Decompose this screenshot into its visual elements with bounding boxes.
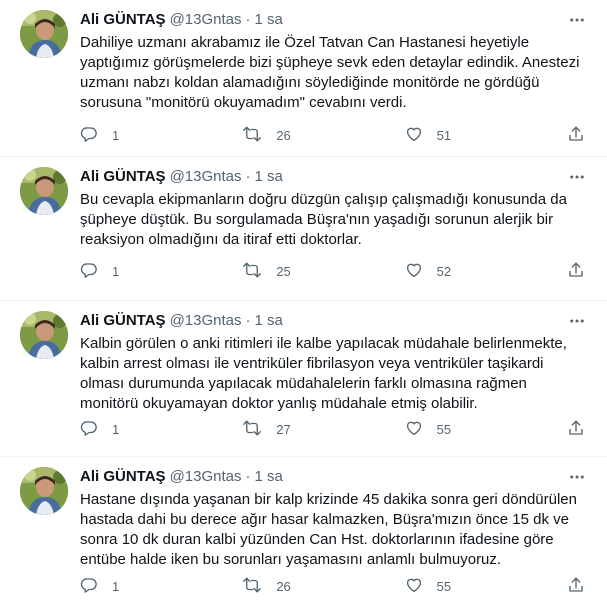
- tweet-content: Ali GÜNTAŞ @13Gntas · 1 sa Hastane dışında …: [80, 467, 587, 570]
- tweet-time[interactable]: 1 sa: [255, 312, 283, 329]
- avatar[interactable]: [20, 311, 68, 359]
- heart-icon: [405, 576, 423, 597]
- retweet-count: 27: [276, 421, 291, 437]
- retweet-count: 25: [276, 263, 291, 279]
- tweet[interactable]: Ali GÜNTAŞ @13Gntas · 1 sa Dahiliye uzmanı …: [0, 0, 607, 157]
- author-handle[interactable]: @13Gntas: [170, 468, 242, 485]
- retweet-icon: [242, 261, 262, 282]
- tweet-text: Bu cevapla ekipmanların doğru düzgün çal…: [80, 191, 567, 248]
- reply-count: 1: [112, 127, 120, 143]
- retweet-count: 26: [276, 578, 291, 594]
- action-bar: 1 25 52: [80, 261, 587, 281]
- share-button[interactable]: [567, 261, 587, 282]
- retweet-icon: [242, 125, 262, 146]
- tweet-thread: Ali GÜNTAŞ @13Gntas · 1 sa Dahiliye uzmanı …: [0, 0, 607, 600]
- separator-dot: ·: [245, 312, 251, 329]
- reply-button[interactable]: 1: [80, 125, 200, 146]
- share-icon: [567, 419, 585, 440]
- avatar-photo: [20, 167, 68, 215]
- reply-button[interactable]: 1: [80, 261, 200, 282]
- tweet-content: Ali GÜNTAŞ @13Gntas · 1 sa Dahiliye uzmanı …: [80, 10, 587, 113]
- tweet-header: Ali GÜNTAŞ @13Gntas · 1 sa: [80, 467, 587, 487]
- share-icon: [567, 125, 585, 146]
- tweet-text: Dahiliye uzmanı akrabamız ile Özel Tatva…: [80, 34, 580, 111]
- tweet-header: Ali GÜNTAŞ @13Gntas · 1 sa: [80, 10, 587, 30]
- author-name[interactable]: Ali GÜNTAŞ: [80, 168, 166, 185]
- tweet-time[interactable]: 1 sa: [255, 11, 283, 28]
- share-button[interactable]: [567, 419, 587, 440]
- avatar[interactable]: [20, 467, 68, 515]
- tweet-text: Hastane dışında yaşanan bir kalp krizind…: [80, 491, 577, 568]
- retweet-button[interactable]: 27: [242, 419, 362, 440]
- tweet-content: Ali GÜNTAŞ @13Gntas · 1 sa Kalbin görülen o…: [80, 311, 587, 414]
- more-dots-icon[interactable]: [567, 467, 587, 487]
- author-name[interactable]: Ali GÜNTAŞ: [80, 312, 166, 329]
- reply-button[interactable]: 1: [80, 576, 200, 597]
- avatar-photo: [20, 467, 68, 515]
- reply-icon: [80, 576, 98, 597]
- tweet-header: Ali GÜNTAŞ @13Gntas · 1 sa: [80, 167, 587, 187]
- reply-count: 1: [112, 578, 120, 594]
- action-bar: 1 27 55: [80, 419, 587, 439]
- author-name[interactable]: Ali GÜNTAŞ: [80, 468, 166, 485]
- tweet-content: Ali GÜNTAŞ @13Gntas · 1 sa Bu cevapla ekipm…: [80, 167, 587, 250]
- retweet-button[interactable]: 25: [242, 261, 362, 282]
- reply-button[interactable]: 1: [80, 419, 200, 440]
- separator-dot: ·: [245, 11, 251, 28]
- tweet[interactable]: Ali GÜNTAŞ @13Gntas · 1 sa Kalbin görülen o…: [0, 301, 607, 457]
- like-button[interactable]: 51: [405, 125, 525, 146]
- more-dots-icon[interactable]: [567, 311, 587, 331]
- retweet-button[interactable]: 26: [242, 125, 362, 146]
- retweet-icon: [242, 419, 262, 440]
- heart-icon: [405, 419, 423, 440]
- author-handle[interactable]: @13Gntas: [170, 168, 242, 185]
- action-bar: 1 26 51: [80, 125, 587, 145]
- reply-count: 1: [112, 263, 120, 279]
- tweet-time[interactable]: 1 sa: [255, 168, 283, 185]
- share-icon: [567, 576, 585, 597]
- author-handle[interactable]: @13Gntas: [170, 11, 242, 28]
- separator-dot: ·: [245, 468, 251, 485]
- tweet-text: Kalbin görülen o anki ritimleri ile kalb…: [80, 335, 567, 412]
- tweet-header: Ali GÜNTAŞ @13Gntas · 1 sa: [80, 311, 587, 331]
- share-icon: [567, 261, 585, 282]
- tweet-time[interactable]: 1 sa: [255, 468, 283, 485]
- like-button[interactable]: 55: [405, 576, 525, 597]
- heart-icon: [405, 261, 423, 282]
- heart-icon: [405, 125, 423, 146]
- tweet[interactable]: Ali GÜNTAŞ @13Gntas · 1 sa Bu cevapla ekipm…: [0, 157, 607, 301]
- avatar[interactable]: [20, 10, 68, 58]
- author-handle[interactable]: @13Gntas: [170, 312, 242, 329]
- share-button[interactable]: [567, 576, 587, 597]
- more-dots-icon[interactable]: [567, 167, 587, 187]
- reply-icon: [80, 125, 98, 146]
- reply-icon: [80, 261, 98, 282]
- like-count: 52: [436, 263, 452, 279]
- reply-icon: [80, 419, 98, 440]
- retweet-icon: [242, 576, 262, 597]
- separator-dot: ·: [245, 168, 251, 185]
- like-button[interactable]: 52: [405, 261, 525, 282]
- like-button[interactable]: 55: [405, 419, 525, 440]
- like-count: 55: [436, 421, 452, 437]
- avatar-photo: [20, 10, 68, 58]
- avatar[interactable]: [20, 167, 68, 215]
- more-dots-icon[interactable]: [567, 10, 587, 30]
- retweet-button[interactable]: 26: [242, 576, 362, 597]
- like-count: 55: [436, 578, 452, 594]
- share-button[interactable]: [567, 125, 587, 146]
- retweet-count: 26: [276, 127, 291, 143]
- like-count: 51: [436, 127, 452, 143]
- author-name[interactable]: Ali GÜNTAŞ: [80, 11, 166, 28]
- avatar-photo: [20, 311, 68, 359]
- tweet[interactable]: Ali GÜNTAŞ @13Gntas · 1 sa Hastane dışında …: [0, 457, 607, 600]
- reply-count: 1: [112, 421, 120, 437]
- action-bar: 1 26 55: [80, 576, 587, 596]
